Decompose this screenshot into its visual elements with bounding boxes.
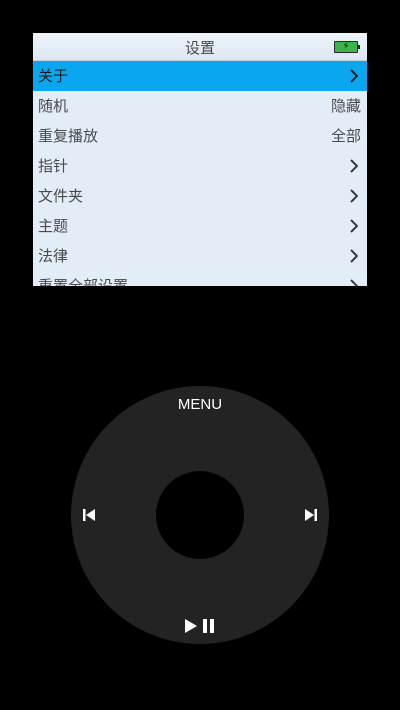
menu-item-reset-all[interactable]: 重置全部设置 [33,271,367,286]
device: 设置 ⚡ 关于 随机 隐藏 重复播放 全部 指针 文件夹 主题 法律 重置全部设… [0,0,400,710]
menu-item-label: 重复播放 [38,127,99,145]
menu-item-shuffle[interactable]: 随机 隐藏 [33,91,367,121]
menu-item-pointer[interactable]: 指针 [33,151,367,181]
menu-item-label: 指针 [38,157,69,175]
menu-item-folders[interactable]: 文件夹 [33,181,367,211]
play-pause-icon[interactable] [183,617,219,635]
chevron-right-icon [350,249,358,263]
menu-item-value: 全部 [330,127,361,145]
chevron-right-icon [350,159,358,173]
chevron-right-icon [350,219,358,233]
menu-item-label: 主题 [38,217,69,235]
screen: 设置 ⚡ 关于 随机 隐藏 重复播放 全部 指针 文件夹 主题 法律 重置全部设… [33,33,367,286]
menu-item-legal[interactable]: 法律 [33,241,367,271]
menu-item-about[interactable]: 关于 [33,61,367,91]
menu-item-label: 文件夹 [38,187,84,205]
menu-item-label: 法律 [38,247,69,265]
skip-previous-icon[interactable] [81,507,97,523]
chevron-right-icon [350,279,358,286]
click-wheel[interactable]: MENU [71,386,329,644]
screen-title: 设置 [184,39,215,57]
chevron-right-icon [350,189,358,203]
skip-next-icon[interactable] [303,507,319,523]
menu-button[interactable]: MENU [71,396,329,413]
menu-item-repeat[interactable]: 重复播放 全部 [33,121,367,151]
menu-item-label: 关于 [38,67,69,85]
menu-item-value: 隐藏 [330,97,361,115]
center-select-button[interactable] [156,471,244,559]
settings-menu: 关于 随机 隐藏 重复播放 全部 指针 文件夹 主题 法律 重置全部设置 [33,61,367,286]
menu-item-label: 重置全部设置 [38,277,129,286]
menu-item-label: 随机 [38,97,69,115]
title-bar: 设置 ⚡ [33,33,367,61]
battery-charging-icon: ⚡ [334,41,360,53]
chevron-right-icon [350,69,358,83]
menu-item-theme[interactable]: 主题 [33,211,367,241]
